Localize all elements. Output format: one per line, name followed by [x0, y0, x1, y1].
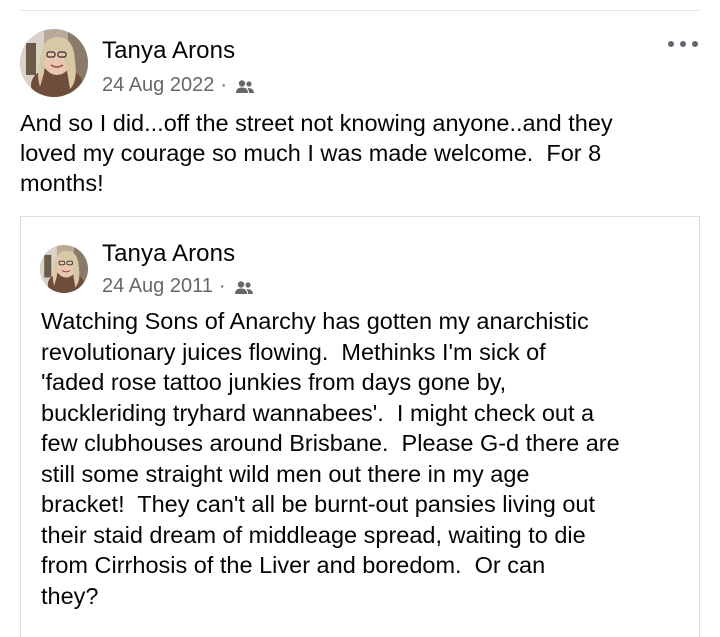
post-text: And so I did...off the street not knowin… [20, 110, 613, 196]
shared-post-date[interactable]: 24 Aug 2011 [102, 275, 213, 298]
shared-post-text: Watching Sons of Anarchy has gotten my a… [41, 308, 620, 609]
shared-author-name[interactable]: Tanya Arons [102, 240, 235, 268]
friends-icon[interactable] [234, 279, 254, 295]
friends-icon[interactable] [235, 78, 255, 94]
shared-profile-photo [40, 245, 88, 293]
shared-memory-card[interactable]: Tanya Arons 24 Aug 2011 · Watching Sons … [20, 216, 700, 637]
post-date[interactable]: 24 Aug 2022 [102, 74, 214, 97]
meta-separator: · [220, 74, 228, 96]
more-options-icon[interactable] [668, 38, 698, 50]
feed-post: Tanya Arons 24 Aug 2022 · And so I did..… [0, 0, 720, 637]
author-avatar[interactable] [20, 29, 88, 97]
post-meta: 24 Aug 2022 · [102, 74, 255, 97]
shared-meta-separator: · [218, 275, 226, 297]
shared-author-avatar[interactable] [40, 245, 88, 293]
profile-photo [20, 29, 88, 97]
author-name[interactable]: Tanya Arons [102, 37, 235, 65]
shared-post-meta: 24 Aug 2011 · [102, 275, 254, 298]
